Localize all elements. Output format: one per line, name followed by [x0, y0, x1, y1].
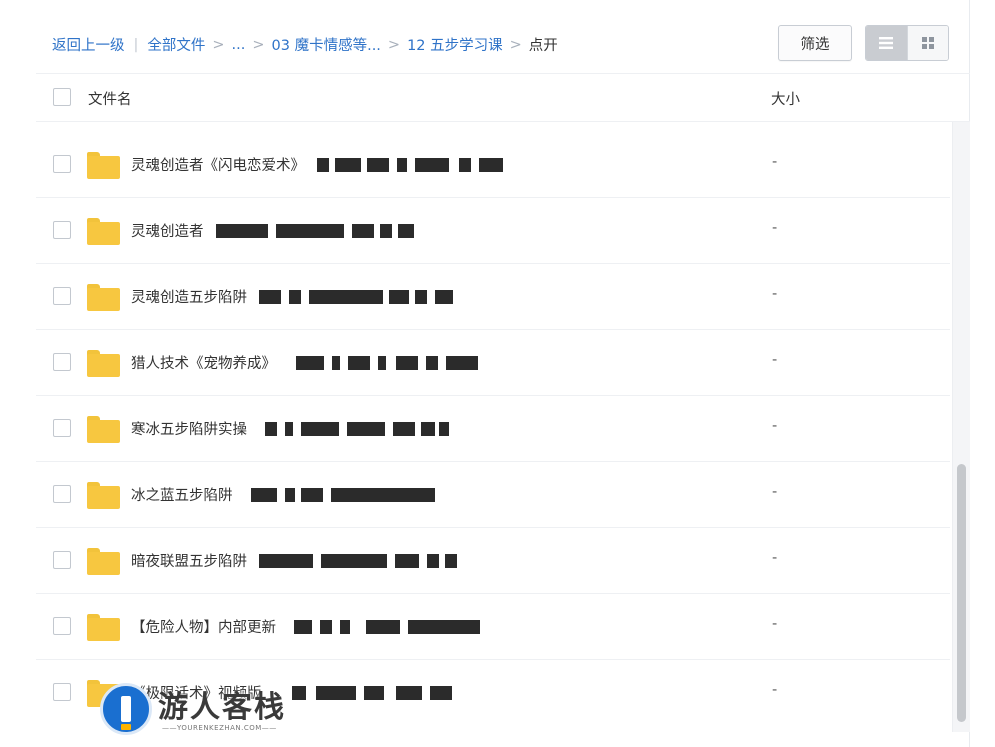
list-view-button[interactable]	[866, 26, 907, 60]
row-checkbox[interactable]	[53, 221, 71, 239]
file-browser-panel: 返回上一级 | 全部文件 > ... > 03 魔卡情感等... > 12 五步…	[36, 0, 970, 747]
redacted-text	[215, 224, 416, 238]
breadcrumb-all-files[interactable]: 全部文件	[147, 34, 205, 55]
watermark-subtitle: ——YOURENKEZHAN.COM——	[162, 724, 277, 732]
file-name-text: 灵魂创造五步陷阱	[131, 290, 247, 306]
watermark: 游人客栈 ——YOURENKEZHAN.COM——	[100, 676, 300, 740]
table-row[interactable]: 灵魂创造者 -	[36, 198, 950, 264]
row-checkbox[interactable]	[53, 155, 71, 173]
filter-button[interactable]: 筛选	[778, 25, 852, 61]
table-row[interactable]: 灵魂创造五步陷阱 -	[36, 264, 950, 330]
file-name-text: 冰之蓝五步陷阱	[131, 488, 233, 504]
row-checkbox[interactable]	[53, 485, 71, 503]
file-name[interactable]: 灵魂创造五步陷阱	[131, 286, 455, 307]
file-size: -	[772, 682, 778, 698]
select-all-checkbox[interactable]	[53, 88, 71, 106]
file-name-text: 灵魂创造者《闪电恋爱术》	[131, 158, 305, 174]
file-name[interactable]: 灵魂创造者《闪电恋爱术》	[131, 154, 507, 175]
folder-icon	[87, 482, 120, 509]
top-bar: 返回上一级 | 全部文件 > ... > 03 魔卡情感等... > 12 五步…	[36, 0, 970, 74]
file-name-text: 灵魂创造者	[131, 224, 204, 240]
breadcrumb-back-link[interactable]: 返回上一级	[52, 34, 125, 55]
file-list: 灵魂创造者《闪电恋爱术》 - 灵魂创造者 - 灵魂创造五步陷阱 - 猎人技术《宠…	[36, 132, 950, 726]
table-row[interactable]: 【危险人物】内部更新 -	[36, 594, 950, 660]
file-name[interactable]: 暗夜联盟五步陷阱	[131, 550, 459, 571]
file-size: -	[772, 286, 778, 302]
file-size: -	[772, 484, 778, 500]
redacted-text	[250, 488, 437, 502]
column-header-name[interactable]: 文件名	[88, 88, 132, 109]
file-name-text: 寒冰五步陷阱实操	[131, 422, 247, 438]
file-size: -	[772, 220, 778, 236]
redacted-text	[317, 158, 507, 172]
breadcrumb-separator: >	[252, 36, 265, 53]
breadcrumb-separator: >	[212, 36, 225, 53]
grid-view-button[interactable]	[906, 26, 948, 60]
list-icon	[879, 37, 894, 49]
folder-icon	[87, 284, 120, 311]
redacted-text	[296, 356, 480, 370]
file-size: -	[772, 352, 778, 368]
row-checkbox[interactable]	[53, 551, 71, 569]
file-name[interactable]: 冰之蓝五步陷阱	[131, 484, 437, 505]
file-name-text: 猎人技术《宠物养成》	[131, 356, 276, 372]
file-name[interactable]: 【危险人物】内部更新	[131, 616, 480, 637]
scrollbar-thumb[interactable]	[957, 464, 966, 722]
table-row[interactable]: 灵魂创造者《闪电恋爱术》 -	[36, 132, 950, 198]
breadcrumb: 返回上一级 | 全部文件 > ... > 03 魔卡情感等... > 12 五步…	[52, 34, 558, 55]
breadcrumb-separator: >	[387, 36, 401, 53]
column-header-size[interactable]: 大小	[771, 88, 800, 109]
table-row[interactable]: 寒冰五步陷阱实操 -	[36, 396, 950, 462]
watermark-title: 游人客栈	[158, 690, 286, 725]
table-header: 文件名 大小	[36, 74, 970, 122]
file-size: -	[772, 616, 778, 632]
folder-icon	[87, 218, 120, 245]
breadcrumb-divider: |	[133, 36, 139, 53]
row-checkbox[interactable]	[53, 683, 71, 701]
redacted-text	[259, 554, 459, 568]
file-name[interactable]: 灵魂创造者	[131, 220, 416, 241]
folder-icon	[87, 152, 120, 179]
folder-icon	[87, 548, 120, 575]
row-checkbox[interactable]	[53, 617, 71, 635]
redacted-text	[294, 620, 480, 634]
table-row[interactable]: 猎人技术《宠物养成》 -	[36, 330, 950, 396]
table-row[interactable]: 暗夜联盟五步陷阱 -	[36, 528, 950, 594]
row-checkbox[interactable]	[53, 419, 71, 437]
file-name[interactable]: 猎人技术《宠物养成》	[131, 352, 480, 373]
folder-icon	[87, 416, 120, 443]
vertical-scrollbar[interactable]	[952, 122, 970, 732]
redacted-text	[265, 422, 451, 436]
view-toggle	[865, 25, 949, 61]
table-row[interactable]: 冰之蓝五步陷阱 -	[36, 462, 950, 528]
folder-icon	[87, 614, 120, 641]
grid-icon	[921, 37, 934, 49]
breadcrumb-folder-2[interactable]: 12 五步学习课	[407, 34, 503, 55]
row-checkbox[interactable]	[53, 353, 71, 371]
row-checkbox[interactable]	[53, 287, 71, 305]
file-name[interactable]: 寒冰五步陷阱实操	[131, 418, 451, 439]
watermark-logo-icon	[100, 683, 152, 735]
breadcrumb-ellipsis[interactable]: ...	[232, 37, 246, 53]
file-size: -	[772, 418, 778, 434]
file-name-text: 【危险人物】内部更新	[131, 620, 276, 636]
file-size: -	[772, 550, 778, 566]
folder-icon	[87, 350, 120, 377]
breadcrumb-folder-1[interactable]: 03 魔卡情感等...	[272, 34, 381, 55]
breadcrumb-current: 点开	[528, 38, 558, 54]
file-name-text: 暗夜联盟五步陷阱	[131, 554, 247, 570]
redacted-text	[291, 686, 462, 700]
file-size: -	[772, 154, 778, 170]
redacted-text	[259, 290, 455, 304]
breadcrumb-separator: >	[509, 36, 522, 53]
